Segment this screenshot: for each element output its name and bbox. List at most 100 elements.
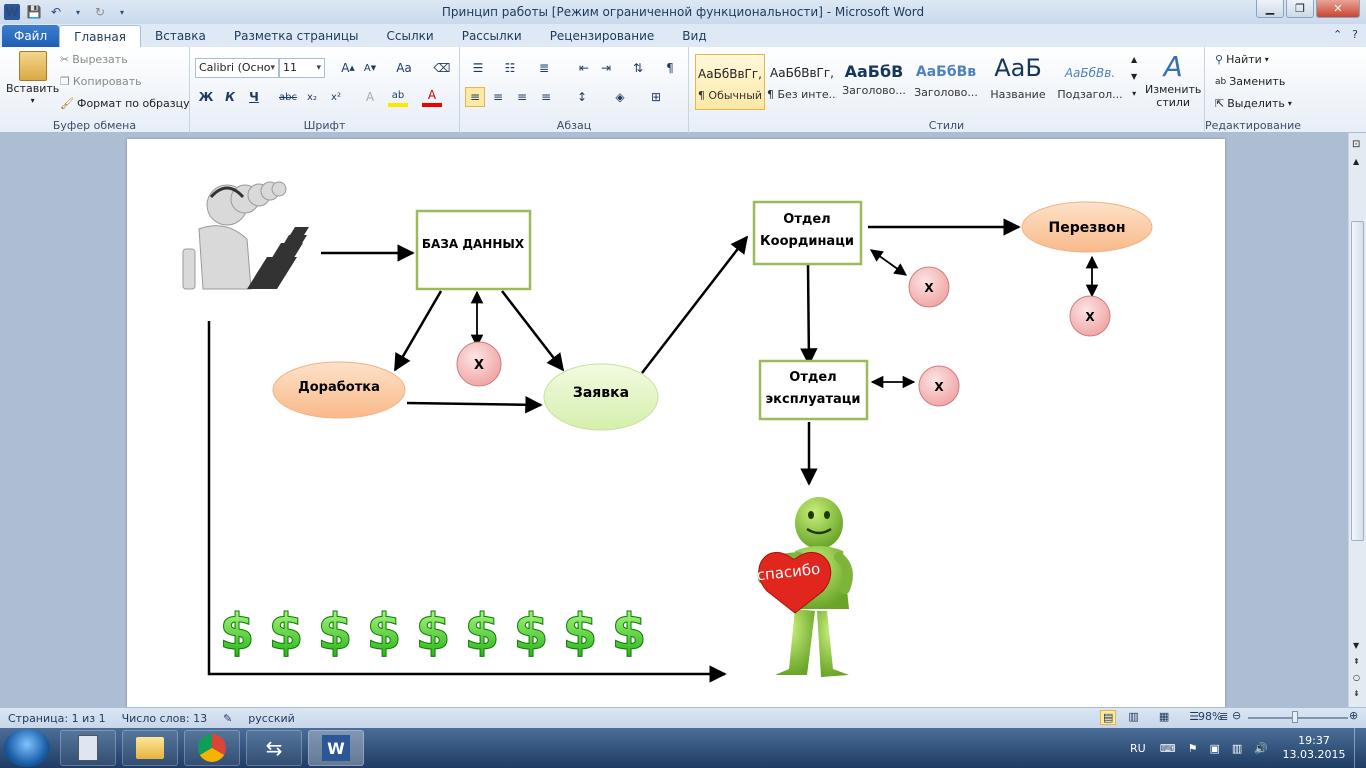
clear-format-icon[interactable]: ⌫ xyxy=(432,58,452,78)
volume-icon[interactable]: 🔊 xyxy=(1248,742,1274,755)
taskbar-word[interactable]: W xyxy=(308,730,364,766)
font-name-select[interactable]: Calibri (Осно xyxy=(195,58,279,78)
borders-icon[interactable]: ⊞ xyxy=(646,87,666,107)
multilevel-list-icon[interactable]: ≣ xyxy=(534,58,554,78)
scrollbar-thumb[interactable] xyxy=(1351,221,1364,541)
change-case-icon[interactable]: Aa xyxy=(394,58,414,78)
redo-icon[interactable]: ↻ xyxy=(92,4,108,20)
pilcrow-icon[interactable]: ¶ xyxy=(660,58,680,78)
full-screen-icon[interactable]: ▥ xyxy=(1120,710,1146,725)
change-styles-button[interactable]: A Изменить стили xyxy=(1145,51,1201,110)
device-icon[interactable]: ▣ xyxy=(1203,742,1225,755)
tab-mailings[interactable]: Рассылки xyxy=(448,25,536,47)
underline-button[interactable]: Ч xyxy=(244,87,264,107)
taskbar-explorer[interactable] xyxy=(122,730,178,766)
taskbar-app[interactable]: ⇆ xyxy=(246,730,302,766)
select-button[interactable]: ⇱ Выделить ▾ xyxy=(1215,97,1292,110)
web-layout-icon[interactable]: ▦ xyxy=(1151,710,1177,725)
tab-references[interactable]: Ссылки xyxy=(373,25,448,47)
strikethrough-icon[interactable]: abc xyxy=(278,87,298,107)
tab-file[interactable]: Файл xyxy=(2,25,60,47)
document-page[interactable]: БАЗА ДАННЫХ Отдел Координаци Перезвон До… xyxy=(127,139,1225,707)
line-spacing-icon[interactable]: ↕ xyxy=(572,87,592,107)
show-desktop-button[interactable] xyxy=(1354,728,1366,768)
page-count[interactable]: Страница: 1 из 1 xyxy=(0,712,114,725)
zoom-level[interactable]: 98% xyxy=(1198,710,1222,723)
tab-insert[interactable]: Вставка xyxy=(141,25,220,47)
shrink-font-icon[interactable]: A ▼ xyxy=(360,58,380,78)
sort-icon[interactable]: ⇅ xyxy=(628,58,648,78)
customize-qa-icon[interactable]: ▾ xyxy=(114,4,130,20)
taskbar-chrome[interactable] xyxy=(184,730,240,766)
tab-home[interactable]: Главная xyxy=(59,25,141,47)
tab-page-layout[interactable]: Разметка страницы xyxy=(220,25,373,47)
font-color-icon[interactable]: A xyxy=(422,87,442,107)
style-heading-2[interactable]: АаБбВв Заголово... xyxy=(911,54,981,110)
zoom-slider[interactable] xyxy=(1248,717,1348,719)
zoom-out-icon[interactable]: ⊖ xyxy=(1232,709,1241,722)
minimize-button[interactable]: ▁ xyxy=(1256,0,1284,18)
chrome-icon xyxy=(198,734,226,762)
vertical-scrollbar[interactable]: ⊡ ▲ ▼ ⇞ ○ ⇟ xyxy=(1348,133,1366,707)
style-no-spacing[interactable]: АаБбВвГг, ¶ Без инте... xyxy=(767,54,837,110)
shading-icon[interactable]: ◈ xyxy=(610,87,630,107)
styles-scroll[interactable]: ▲ ▼ ▾ xyxy=(1131,55,1137,98)
style-subtitle[interactable]: АаБбВв. Подзагол... xyxy=(1055,54,1125,110)
copy-button[interactable]: ❐ Копировать xyxy=(60,75,142,88)
scroll-up-icon[interactable]: ▲ xyxy=(1353,157,1359,166)
style-heading-1[interactable]: АаБбВ Заголово... xyxy=(839,54,909,110)
ribbon-collapse-icon[interactable]: ⌃ xyxy=(1333,28,1342,41)
superscript-icon[interactable]: x² xyxy=(326,87,346,107)
style-normal[interactable]: АаБбВвГг, ¶ Обычный xyxy=(695,54,765,110)
close-button[interactable]: ✕ xyxy=(1316,0,1360,18)
ruler-toggle-icon[interactable]: ⊡ xyxy=(1352,139,1360,150)
save-icon[interactable]: 💾 xyxy=(26,4,42,20)
tab-view[interactable]: Вид xyxy=(668,25,720,47)
zoom-slider-thumb[interactable] xyxy=(1292,711,1298,723)
format-painter-button[interactable]: 🖌 Формат по образцу xyxy=(60,97,190,110)
bullets-icon[interactable]: ☰ xyxy=(468,58,488,78)
help-icon[interactable]: ? xyxy=(1352,28,1358,41)
grow-font-icon[interactable]: A ▲ xyxy=(338,58,358,78)
print-layout-icon[interactable]: ▤ xyxy=(1100,710,1117,725)
input-language[interactable]: RU xyxy=(1122,742,1154,755)
justify-icon[interactable]: ≡ xyxy=(536,87,556,107)
align-right-icon[interactable]: ≡ xyxy=(512,87,532,107)
increase-indent-icon[interactable]: ⇥ xyxy=(596,58,616,78)
tab-review[interactable]: Рецензирование xyxy=(536,25,669,47)
undo-icon[interactable]: ↶ xyxy=(48,4,64,20)
chevron-down-icon[interactable]: ▾ xyxy=(70,4,86,20)
text-effects-icon[interactable]: A xyxy=(360,87,380,107)
prev-page-icon[interactable]: ⇞ xyxy=(1353,657,1360,666)
find-button[interactable]: ⚲ Найти ▾ xyxy=(1215,53,1269,66)
align-left-icon[interactable]: ≡ xyxy=(465,87,485,107)
highlight-icon[interactable]: ab xyxy=(388,87,408,107)
browse-object-icon[interactable]: ○ xyxy=(1353,673,1360,682)
taskbar-calculator[interactable] xyxy=(60,730,116,766)
bold-button[interactable]: Ж xyxy=(196,87,216,107)
start-button[interactable] xyxy=(4,729,50,767)
decrease-indent-icon[interactable]: ⇤ xyxy=(574,58,594,78)
clock[interactable]: 19:37 13.03.2015 xyxy=(1274,734,1354,762)
language-indicator[interactable]: русский xyxy=(240,712,303,725)
italic-button[interactable]: К xyxy=(220,87,240,107)
proofing-icon[interactable]: ✎ xyxy=(215,712,240,725)
font-size-select[interactable]: 11 xyxy=(279,58,325,78)
flag-icon[interactable]: ⚑ xyxy=(1182,742,1204,755)
word-logo-icon[interactable]: W xyxy=(4,4,20,20)
zoom-in-icon[interactable]: ⊕ xyxy=(1349,709,1358,722)
dollar-icon: $ xyxy=(514,603,549,661)
word-count[interactable]: Число слов: 13 xyxy=(114,712,216,725)
next-page-icon[interactable]: ⇟ xyxy=(1353,689,1360,698)
style-title[interactable]: АаБ Название xyxy=(983,54,1053,110)
numbering-icon[interactable]: ☷ xyxy=(500,58,520,78)
subscript-icon[interactable]: x₂ xyxy=(302,87,322,107)
cut-button[interactable]: ✂ Вырезать xyxy=(60,53,128,66)
replace-button[interactable]: ab Заменить xyxy=(1215,75,1285,88)
network-icon[interactable]: ▥ xyxy=(1226,742,1248,755)
align-center-icon[interactable]: ≡ xyxy=(488,87,508,107)
keyboard-icon[interactable]: ⌨ xyxy=(1154,742,1182,755)
scroll-down-icon[interactable]: ▼ xyxy=(1353,641,1359,650)
paste-button[interactable]: Вставить ▾ xyxy=(6,51,59,105)
maximize-button[interactable]: ❐ xyxy=(1286,0,1314,18)
